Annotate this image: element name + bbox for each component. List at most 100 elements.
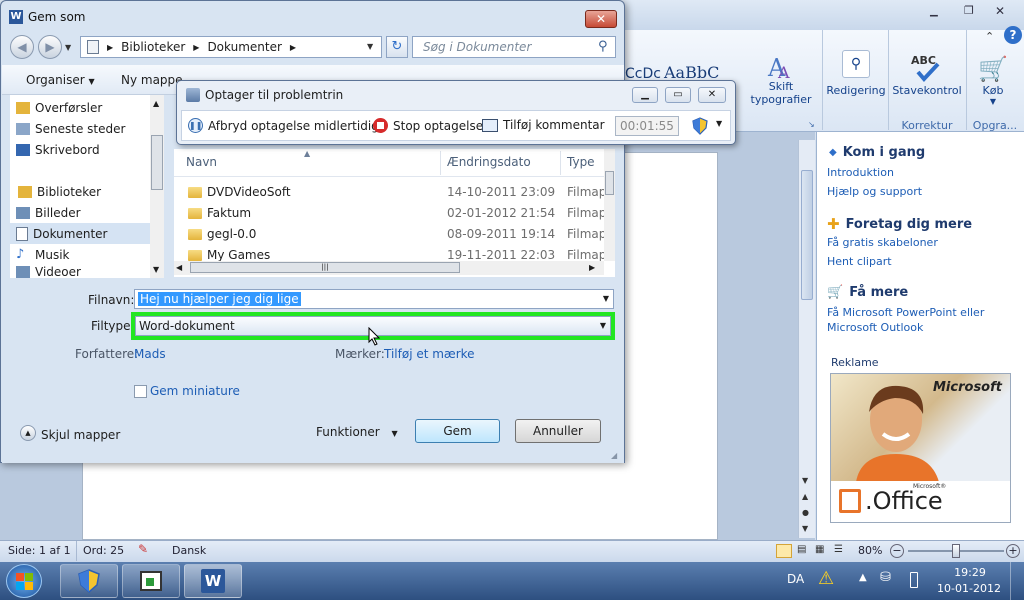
zoom-in-icon[interactable]: +: [1006, 544, 1020, 558]
close-icon[interactable]: ✕: [995, 4, 1009, 18]
chevron-down-icon[interactable]: ▼: [603, 290, 609, 308]
nav-item-biblioteker[interactable]: Biblioteker: [10, 181, 150, 202]
psr-dropdown-icon[interactable]: ▼: [716, 119, 722, 128]
save-button[interactable]: Gem: [415, 419, 500, 443]
stop-recording-button[interactable]: Stop optagelse: [373, 118, 483, 133]
skift-typografier-button[interactable]: AA Skift typografier: [746, 52, 816, 106]
pause-recording-button[interactable]: ❚❚ Afbryd optagelse midlertidigt: [188, 118, 384, 133]
address-dropdown-icon[interactable]: ▼: [367, 42, 373, 51]
psr-close-icon[interactable]: ✕: [698, 87, 726, 103]
address-bar[interactable]: ▶ Biblioteker ▶ Dokumenter ▶: [80, 36, 382, 58]
browse-object-icon[interactable]: ●: [802, 508, 809, 517]
battery-icon[interactable]: [910, 572, 918, 588]
add-tag-link[interactable]: Tilføj et mærke: [384, 347, 475, 361]
column-type[interactable]: Type: [567, 155, 595, 169]
hjaelp-link[interactable]: Hjælp og support: [827, 184, 922, 199]
breadcrumb-biblioteker[interactable]: Biblioteker: [121, 40, 185, 54]
action-center-icon[interactable]: ⚠: [818, 568, 846, 596]
search-icon[interactable]: ⚲: [598, 39, 608, 54]
resize-grip-icon[interactable]: ◢: [611, 451, 617, 460]
organiser-button[interactable]: Organiser ▼: [26, 73, 95, 87]
network-icon[interactable]: ⛁: [880, 570, 891, 585]
recent-locations-icon[interactable]: ▼: [65, 43, 71, 52]
scrollbar-thumb[interactable]: [801, 170, 813, 300]
start-button[interactable]: [6, 564, 42, 598]
taskbar-security-app[interactable]: [60, 564, 118, 598]
zoom-out-icon[interactable]: −: [890, 544, 904, 558]
scroll-down-icon[interactable]: ▼: [802, 476, 808, 485]
collapse-icon[interactable]: ▲: [20, 425, 36, 441]
functions-button[interactable]: Funktioner ▼: [316, 425, 398, 439]
zoom-level[interactable]: 80%: [858, 544, 882, 557]
scrollbar-thumb[interactable]: [605, 171, 614, 195]
ms-link[interactable]: Få Microsoft PowerPoint eller Microsoft …: [827, 305, 1007, 335]
page-count[interactable]: Side: 1 af 1: [8, 544, 71, 557]
clipart-link[interactable]: Hent clipart: [827, 254, 892, 269]
miniature-label[interactable]: Gem miniature: [150, 384, 240, 398]
forward-button[interactable]: ▶: [38, 35, 62, 59]
refresh-icon[interactable]: ↻: [386, 36, 408, 58]
author-value[interactable]: Mads: [134, 347, 166, 361]
shield-icon[interactable]: [692, 117, 708, 135]
prev-page-icon[interactable]: ▲: [802, 492, 808, 501]
hide-folders-button[interactable]: Skjul mapper: [41, 428, 120, 442]
show-desktop-button[interactable]: [1010, 562, 1024, 600]
file-list-vscroll[interactable]: [604, 149, 615, 261]
table-row[interactable]: DVDVideoSoft 14-10-2011 23:09 Filmap: [174, 182, 606, 203]
dialog-launcher-icon[interactable]: ↘: [808, 120, 815, 129]
print-layout-icon[interactable]: [776, 544, 792, 558]
psr-minimize-icon[interactable]: ▁: [632, 87, 658, 103]
search-input[interactable]: Søg i Dokumenter: [412, 36, 616, 58]
cancel-button[interactable]: Annuller: [515, 419, 601, 443]
minimize-icon[interactable]: ▁: [930, 6, 944, 18]
table-row[interactable]: Faktum 02-01-2012 21:54 Filmap: [174, 203, 606, 224]
word-count[interactable]: Ord: 25: [83, 544, 124, 557]
scroll-up-icon[interactable]: ▲: [153, 99, 159, 108]
table-row[interactable]: My Games 19-11-2011 22:03 Filmap: [174, 245, 604, 261]
filename-input[interactable]: Hej nu hjælper jeg dig lige ▼: [134, 289, 614, 309]
add-comment-button[interactable]: Tilføj kommentar: [482, 118, 605, 132]
advertisement[interactable]: Microsoft Microsoft® .Office: [830, 373, 1011, 523]
ribbon-minimize-icon[interactable]: ⌃: [985, 30, 1001, 44]
nav-item-billeder[interactable]: Billeder: [10, 202, 150, 223]
breadcrumb-dokumenter[interactable]: Dokumenter: [207, 40, 281, 54]
column-date[interactable]: Ændringsdato: [447, 155, 531, 169]
nav-item-musik[interactable]: ♪ Musik: [10, 244, 150, 265]
language[interactable]: Dansk: [172, 544, 206, 557]
kob-button[interactable]: 🛒 Køb ▼: [968, 54, 1018, 106]
proofing-icon[interactable]: ✎: [138, 542, 148, 556]
redigering-button[interactable]: ⚲ Redigering: [825, 50, 887, 97]
dialog-close-button[interactable]: ✕: [585, 10, 617, 28]
next-page-icon[interactable]: ▼: [802, 524, 808, 533]
column-name[interactable]: Navn: [186, 155, 217, 169]
skabeloner-link[interactable]: Få gratis skabeloner: [827, 235, 938, 250]
zoom-slider-thumb[interactable]: [952, 544, 960, 558]
file-list-hscroll[interactable]: ◀ ||| ▶: [174, 261, 604, 275]
language-indicator[interactable]: DA: [787, 572, 804, 586]
stavekontrol-button[interactable]: ABC Stavekontrol: [890, 52, 964, 97]
scrollbar-thumb[interactable]: |||: [190, 262, 460, 273]
back-button[interactable]: ◀: [10, 35, 34, 59]
web-layout-icon[interactable]: ▦: [815, 544, 829, 558]
full-screen-icon[interactable]: ▤: [797, 544, 811, 558]
outline-icon[interactable]: ☰: [834, 544, 848, 558]
nav-item-dokumenter[interactable]: Dokumenter: [10, 223, 150, 244]
introduktion-link[interactable]: Introduktion: [827, 165, 894, 180]
taskbar-psr-app[interactable]: [122, 564, 180, 598]
show-hidden-icons[interactable]: ▲: [859, 572, 867, 583]
clock-date[interactable]: 10-01-2012: [934, 582, 1004, 595]
scroll-left-icon[interactable]: ◀: [176, 263, 182, 272]
taskbar-word-app[interactable]: W: [184, 564, 242, 598]
scroll-down-icon[interactable]: ▼: [153, 265, 159, 274]
vertical-scrollbar[interactable]: ▼ ▲ ● ▼: [798, 140, 815, 538]
nav-scrollbar[interactable]: ▲ ▼: [150, 95, 164, 278]
nav-item-videoer[interactable]: Videoer: [10, 265, 150, 278]
scrollbar-thumb[interactable]: [151, 135, 163, 190]
clock-time[interactable]: 19:29: [940, 566, 1000, 579]
nav-item-skrivebord[interactable]: Skrivebord: [10, 139, 150, 160]
miniature-checkbox[interactable]: [134, 385, 147, 398]
new-folder-button[interactable]: Ny mappe: [121, 73, 183, 87]
help-icon[interactable]: ?: [1004, 26, 1022, 44]
table-row[interactable]: gegl-0.0 08-09-2011 19:14 Filmap: [174, 224, 606, 245]
nav-item-overforsler[interactable]: Overførsler: [10, 97, 150, 118]
